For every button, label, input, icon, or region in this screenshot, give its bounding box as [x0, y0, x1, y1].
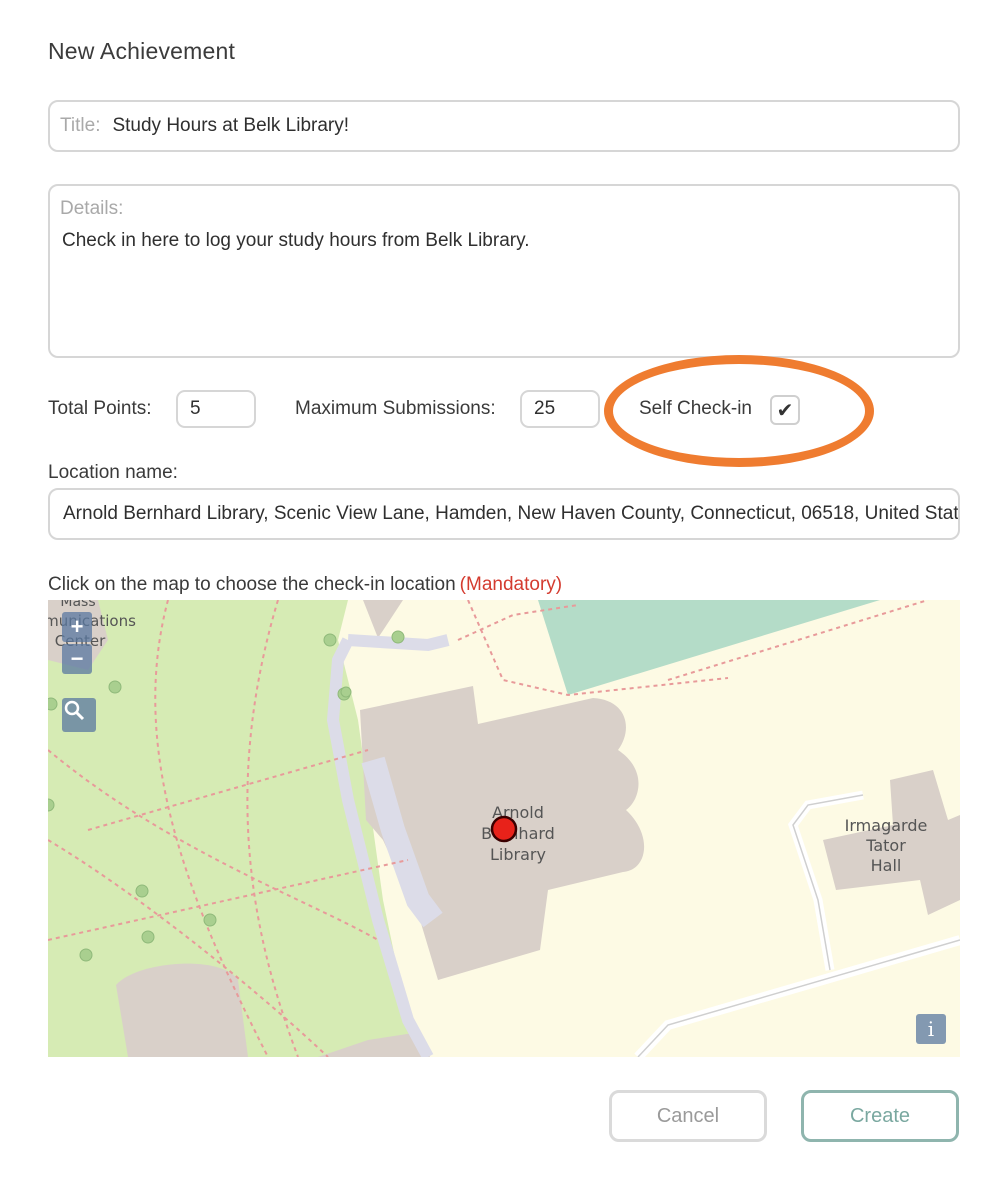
map-label-tator: Tator — [865, 836, 906, 855]
map-label-irmagarde: Irmagarde — [845, 816, 928, 835]
self-checkin-checkbox[interactable]: ✔ — [770, 395, 800, 425]
title-value[interactable]: Study Hours at Belk Library! — [112, 115, 349, 137]
details-label: Details: — [60, 198, 124, 219]
search-icon — [64, 700, 85, 721]
map-instruction: Click on the map to choose the check-in … — [48, 574, 562, 596]
map-label-hall: Hall — [871, 856, 902, 875]
map-info-button[interactable]: i — [916, 1014, 946, 1044]
page-title: New Achievement — [48, 38, 236, 64]
location-value[interactable]: Arnold Bernhard Library, Scenic View Lan… — [63, 503, 958, 525]
self-checkin-label: Self Check-in — [639, 398, 752, 419]
road-bottom — [634, 935, 960, 1057]
map-canvas[interactable]: Arnold Bernhard Library Irmagarde Tator … — [48, 600, 960, 1057]
map-instruction-text: Click on the map to choose the check-in … — [48, 574, 456, 595]
cancel-button[interactable]: Cancel — [609, 1090, 767, 1142]
location-marker-icon[interactable] — [490, 815, 518, 843]
details-field[interactable]: Details: Check in here to log your study… — [48, 184, 960, 358]
title-label: Title: — [60, 115, 101, 136]
zoom-out-button[interactable]: − — [62, 644, 92, 674]
title-field[interactable]: Title: Study Hours at Belk Library! — [48, 100, 960, 152]
create-button[interactable]: Create — [801, 1090, 959, 1142]
zoom-in-button[interactable]: + — [62, 612, 92, 642]
map-search-button[interactable] — [62, 698, 96, 732]
green-area — [538, 600, 880, 695]
total-points-input[interactable]: 5 — [176, 390, 256, 428]
total-points-label: Total Points: — [48, 398, 152, 419]
map-label-mass: Mass — [60, 600, 95, 610]
location-field[interactable]: Arnold Bernhard Library, Scenic View Lan… — [48, 488, 960, 540]
max-submissions-label: Maximum Submissions: — [295, 398, 496, 419]
max-submissions-input[interactable]: 25 — [520, 390, 600, 428]
map-label-library: Library — [490, 845, 546, 864]
building-bottom-left — [116, 963, 248, 1057]
details-value[interactable]: Check in here to log your study hours fr… — [62, 230, 948, 252]
location-label: Location name: — [48, 462, 178, 483]
mandatory-note: (Mandatory) — [459, 574, 563, 595]
location-map[interactable]: Arnold Bernhard Library Irmagarde Tator … — [48, 600, 960, 1057]
